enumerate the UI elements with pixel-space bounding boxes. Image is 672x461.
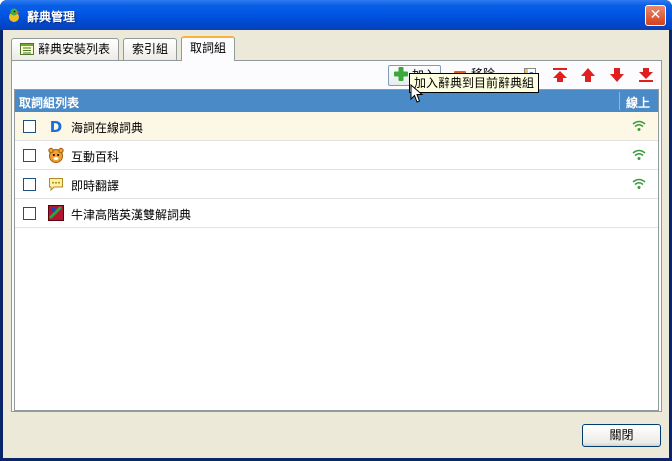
dict-d-icon: D	[50, 118, 62, 134]
tab-label: 取詞組	[190, 41, 227, 55]
mouse-cursor-icon	[410, 84, 424, 103]
tab-dictionary-install-list[interactable]: 辭典安裝列表	[11, 38, 120, 60]
list-icon	[20, 43, 34, 55]
tab-index-group[interactable]: 索引組	[123, 38, 178, 60]
column-header-online[interactable]: 線上	[626, 94, 650, 111]
row-label: 即時翻譯	[71, 179, 120, 193]
column-header-name[interactable]: 取詞組列表	[19, 94, 79, 111]
close-dialog-button[interactable]: 關閉	[582, 424, 661, 447]
dialog-client: 辭典安裝列表 索引組 取詞組 加入 移除	[3, 30, 669, 458]
list-item[interactable]: 互動百科	[15, 141, 658, 170]
online-wifi-icon	[632, 178, 646, 189]
translate-icon	[49, 178, 63, 192]
toolbar: 加入 移除 ?	[12, 61, 661, 89]
window-close-button[interactable]: ✕	[645, 5, 666, 26]
row-checkbox[interactable]	[23, 178, 36, 191]
online-wifi-icon	[632, 149, 646, 160]
list-item[interactable]: D 海詞在線詞典	[15, 112, 658, 141]
tiger-icon	[48, 147, 64, 163]
window-title: 辭典管理	[27, 10, 76, 24]
column-divider	[619, 92, 620, 110]
move-bottom-icon[interactable]	[638, 67, 654, 83]
close-icon: ✕	[649, 7, 662, 23]
move-up-icon[interactable]	[580, 67, 596, 83]
add-tooltip: 加入辭典到目前辭典組	[409, 73, 540, 93]
move-top-icon[interactable]	[552, 67, 568, 83]
row-checkbox[interactable]	[23, 149, 36, 162]
row-label: 牛津高階英漢雙解詞典	[71, 208, 192, 222]
row-label: 海詞在線詞典	[71, 121, 144, 135]
parrot-app-icon	[9, 8, 20, 22]
dictionary-manager-window: 辭典管理 ✕ 辭典安裝列表 索引組 取詞組 取詞組列表 線上 D 海詞在線詞典 …	[0, 0, 672, 461]
online-wifi-icon	[632, 120, 646, 131]
list-item[interactable]: 即時翻譯	[15, 170, 658, 199]
list-item[interactable]: 牛津高階英漢雙解詞典	[15, 199, 658, 228]
plus-icon	[394, 67, 408, 81]
lookup-group-list: 取詞組列表 線上 D 海詞在線詞典 互動百科 即時翻譯 牛津高階英漢雙解詞典	[14, 89, 659, 411]
row-checkbox[interactable]	[23, 120, 36, 133]
row-label: 互動百科	[71, 150, 120, 164]
svg-text:D: D	[50, 118, 62, 134]
move-down-icon[interactable]	[609, 67, 625, 83]
tab-lookup-group[interactable]: 取詞組	[181, 36, 236, 61]
row-checkbox[interactable]	[23, 207, 36, 220]
title-bar[interactable]: 辭典管理 ✕	[0, 0, 672, 30]
tab-label: 辭典安裝列表	[38, 42, 111, 56]
oxford-icon	[48, 205, 64, 221]
list-header: 取詞組列表 線上	[15, 90, 658, 112]
tab-label: 索引組	[132, 42, 169, 56]
tab-panel: 加入 移除 ?	[11, 60, 662, 412]
